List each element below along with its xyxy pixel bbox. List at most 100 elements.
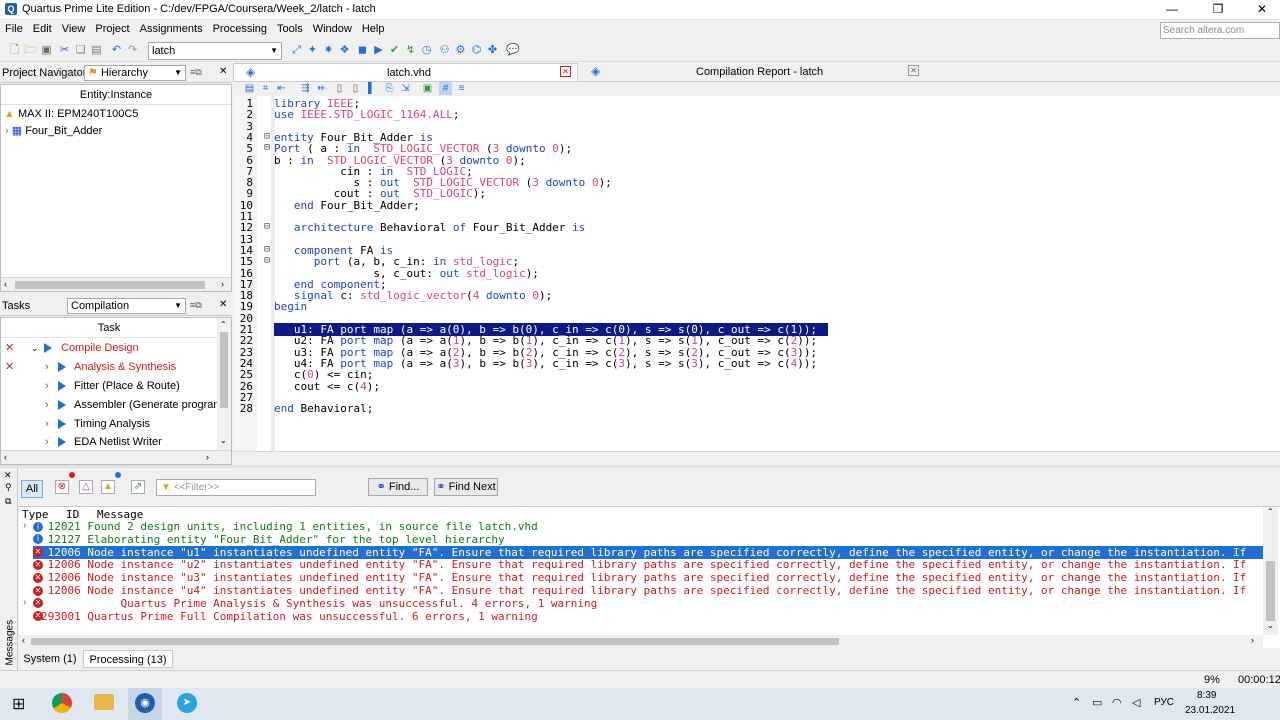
message-row[interactable]: 12127 Elaborating entity "Four_Bit_Adder…: [41, 533, 505, 546]
task-compile-design[interactable]: ✕ ⌄ Compile Design: [1, 339, 217, 357]
minimize-button[interactable]: —: [1154, 0, 1190, 20]
panel-close-icon[interactable]: ✕: [219, 299, 227, 310]
menu-processing[interactable]: Processing: [208, 20, 272, 38]
analysis-icon[interactable]: ✔: [388, 44, 401, 57]
run-task-icon[interactable]: [58, 400, 66, 410]
task-assembler[interactable]: › Assembler (Generate programn: [1, 396, 217, 414]
menu-assignments[interactable]: Assignments: [135, 20, 208, 38]
windows-start-icon[interactable]: ⊞: [12, 694, 25, 714]
search-altera-input[interactable]: Search altera.com: [1160, 22, 1280, 39]
find-next-button[interactable]: ⚭ Find Next: [434, 478, 498, 496]
chevron-right-icon[interactable]: ›: [23, 520, 26, 531]
revision-select[interactable]: latch ▼: [148, 42, 282, 60]
flow-select[interactable]: Compilation ▼: [67, 298, 186, 314]
code-editor[interactable]: 1 library IEEE; 2 use IEEE.STD_LOGIC_1164.A…: [233, 96, 1280, 452]
scroll-up-icon[interactable]: ⌃: [1267, 507, 1274, 516]
block-icon[interactable]: ▌: [365, 82, 378, 95]
suppressed-filter-icon[interactable]: ⇗: [131, 480, 145, 494]
chevron-right-icon[interactable]: ›: [23, 597, 26, 608]
code-line[interactable]: end Four_Bit_Adder;: [274, 199, 420, 212]
code-line[interactable]: end Behavioral;: [274, 402, 373, 415]
undo-icon[interactable]: ↶: [110, 44, 123, 57]
code-line[interactable]: cout <= c(4);: [274, 380, 380, 393]
scroll-thumb[interactable]: [15, 281, 205, 289]
pin-planner-icon[interactable]: ⤢: [290, 44, 303, 57]
navigator-horizontal-scrollbar[interactable]: ‹ ›: [1, 277, 231, 291]
menu-help[interactable]: Help: [357, 20, 390, 38]
menu-project[interactable]: Project: [90, 20, 134, 38]
float-icon[interactable]: ⧉: [5, 496, 11, 507]
task-column[interactable]: Task: [1, 318, 217, 338]
new-file-icon[interactable]: 🗋: [8, 44, 21, 57]
code-line[interactable]: begin: [274, 300, 307, 313]
run-task-icon[interactable]: [44, 343, 52, 353]
message-filter-input[interactable]: ▼ <<Filter>>: [156, 479, 316, 496]
quartus-taskbar-icon[interactable]: ◉: [135, 693, 155, 713]
close-tab-icon[interactable]: ✕: [908, 65, 919, 76]
clock-time[interactable]: 8:39: [1197, 690, 1216, 701]
critical-warning-filter-icon[interactable]: △: [79, 480, 93, 494]
task-eda-netlist[interactable]: › EDA Netlist Writer: [1, 433, 217, 451]
menu-view[interactable]: View: [57, 20, 91, 38]
close-tab-icon[interactable]: ✕: [560, 66, 571, 77]
image-icon[interactable]: ▣: [421, 82, 434, 95]
run-task-icon[interactable]: [58, 419, 66, 429]
fitter-icon[interactable]: ↯: [404, 44, 417, 57]
assignment-editor-icon[interactable]: ✦: [306, 44, 319, 57]
timing-icon[interactable]: ◷: [420, 44, 433, 57]
code-line[interactable]: signal c: std_logic_vector(4 downto 0);: [274, 289, 552, 302]
panel-close-icon[interactable]: ✕: [219, 66, 227, 77]
paste-icon[interactable]: ▤: [90, 44, 103, 57]
find-button[interactable]: ⚭ Find...: [368, 478, 428, 496]
scroll-thumb[interactable]: [31, 638, 839, 645]
scroll-down-icon[interactable]: ⌄: [1267, 621, 1274, 630]
stop-icon[interactable]: ◼: [356, 44, 369, 57]
language-indicator[interactable]: РУС: [1154, 697, 1174, 708]
scroll-down-icon[interactable]: ⌄: [220, 436, 227, 445]
redo-icon[interactable]: ↷: [126, 44, 139, 57]
scroll-left-icon[interactable]: ‹: [4, 452, 7, 462]
menu-tools[interactable]: Tools: [272, 20, 308, 38]
bookmark-icon[interactable]: ⇷: [315, 82, 328, 95]
messages-horizontal-scrollbar[interactable]: ‹ ›: [19, 635, 1263, 648]
code-line[interactable]: use IEEE.STD_LOGIC_1164.ALL;: [274, 108, 459, 121]
menu-edit[interactable]: Edit: [28, 20, 57, 38]
message-row[interactable]: 12021 Found 2 design units, including 1 …: [41, 520, 538, 533]
maximize-button[interactable]: ❐: [1200, 0, 1236, 20]
scroll-left-icon[interactable]: ‹: [4, 279, 7, 289]
panel-options-icon[interactable]: ≡⧉: [190, 300, 202, 311]
scroll-up-icon[interactable]: ⌃: [220, 320, 227, 329]
template-icon[interactable]: ⌗: [259, 82, 272, 95]
task-fitter[interactable]: › Fitter (Place & Route): [1, 377, 217, 395]
pin-icon[interactable]: ⚲: [5, 482, 12, 493]
uncomment-icon[interactable]: ▯: [349, 82, 362, 95]
wrap-icon[interactable]: ≡: [455, 82, 468, 95]
code-line[interactable]: architecture Behavioral of Four_Bit_Adde…: [274, 221, 585, 234]
battery-icon[interactable]: ▭: [1092, 696, 1102, 709]
message-row[interactable]: 12006 Node instance "u2" instantiates un…: [41, 558, 1247, 571]
tab-latch-vhd[interactable]: ◈ latch.vhd ✕: [233, 63, 578, 82]
clock-date[interactable]: 23.01.2021: [1185, 705, 1235, 716]
fold-toggle-icon[interactable]: ⊟: [264, 244, 270, 255]
tray-chevron-up-icon[interactable]: ⌃: [1072, 696, 1081, 709]
scroll-right-icon[interactable]: ›: [221, 279, 224, 289]
insert-icon[interactable]: ⎘: [383, 82, 396, 95]
tab-processing[interactable]: Processing (13): [83, 650, 173, 668]
netlist-viewer-icon[interactable]: ⚇: [438, 44, 451, 57]
start-compilation-icon[interactable]: ▶: [372, 44, 385, 57]
tab-compilation-report[interactable]: ◈ Compilation Report - latch ✕: [579, 63, 929, 82]
panel-options-icon[interactable]: ≡⧉: [190, 67, 202, 78]
open-icon[interactable]: ▤: [243, 82, 256, 95]
signaltap-icon[interactable]: ⌬: [470, 44, 483, 57]
editor-horizontal-scrollbar[interactable]: ‹ ›: [233, 451, 1280, 452]
entity-row[interactable]: › ▦ Four_Bit_Adder: [5, 122, 102, 140]
compare-icon[interactable]: ⇲: [399, 82, 412, 95]
run-task-icon[interactable]: [58, 437, 66, 447]
menu-window[interactable]: Window: [308, 20, 357, 38]
telegram-icon[interactable]: ➤: [177, 693, 197, 713]
message-row[interactable]: 12006 Node instance "u1" instantiates un…: [41, 546, 1247, 559]
task-analysis-synthesis[interactable]: ✕ › Analysis & Synthesis: [1, 358, 217, 376]
open-file-icon[interactable]: 🗁: [24, 44, 38, 57]
fold-toggle-icon[interactable]: ⊟: [264, 131, 270, 142]
platform-designer-icon[interactable]: ✤: [486, 44, 499, 57]
